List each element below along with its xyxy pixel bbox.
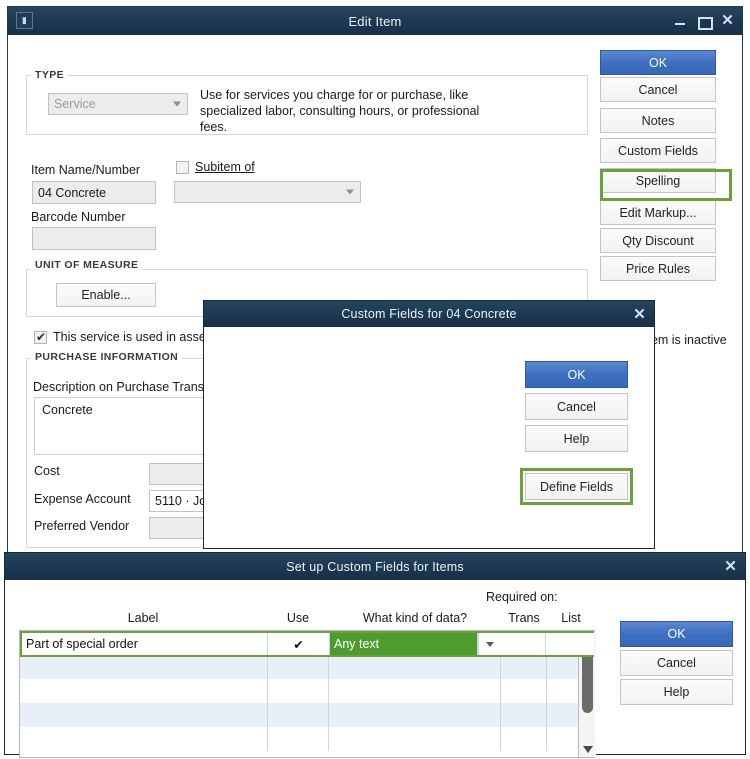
sf-ok-button[interactable]: OK	[620, 621, 733, 647]
column-header-kind-of-data: What kind of data?	[362, 611, 468, 625]
item-name-label: Item Name/Number	[31, 163, 141, 177]
inactive-checkbox-label: Item is inactive	[644, 333, 727, 347]
table-row[interactable]	[20, 703, 594, 727]
setup-fields-title: Set up Custom Fields for Items	[286, 559, 464, 574]
custom-fields-grid[interactable]: Part of special order ✔ Any text	[19, 630, 595, 758]
setup-custom-fields-dialog: Set up Custom Fields for Items ✕ Require…	[4, 552, 746, 758]
price-rules-button[interactable]: Price Rules	[600, 256, 716, 281]
cell-label	[20, 655, 268, 679]
enable-uom-button[interactable]: Enable...	[56, 283, 156, 307]
cell-trans	[501, 727, 548, 751]
cell-list[interactable]	[546, 633, 592, 655]
cell-trans	[501, 703, 548, 727]
custom-fields-highlight	[600, 169, 732, 201]
scroll-down-arrow[interactable]	[579, 742, 596, 757]
edit-item-window-controls: ✕	[674, 7, 734, 35]
custom-fields-dialog: Custom Fields for 04 Concrete ✕ OK Cance…	[203, 300, 655, 549]
type-description: Use for services you charge for or purch…	[200, 88, 480, 134]
table-row[interactable]	[20, 679, 594, 703]
custom-fields-button[interactable]: Custom Fields	[600, 138, 716, 163]
selected-table-row[interactable]: Part of special order ✔ Any text	[20, 631, 594, 657]
define-fields-highlight	[520, 468, 633, 505]
type-select-value: Service	[54, 97, 96, 111]
close-icon[interactable]: ✕	[633, 307, 646, 324]
setup-fields-window-controls: ✕	[724, 553, 737, 581]
cell-kind-of-data	[329, 655, 502, 679]
cf-cancel-button[interactable]: Cancel	[525, 393, 628, 420]
setup-fields-titlebar: Set up Custom Fields for Items ✕	[5, 553, 745, 580]
edit-item-button-column: OK Cancel Notes Custom Fields Spelling E…	[600, 50, 716, 283]
unit-of-measure-legend: UNIT OF MEASURE	[31, 259, 143, 271]
table-row[interactable]	[20, 655, 594, 679]
purchase-information-legend: PURCHASE INFORMATION	[31, 351, 183, 363]
cost-label: Cost	[34, 464, 60, 478]
setup-fields-body: Required on: Label Use What kind of data…	[5, 580, 745, 758]
column-header-label: Label	[127, 611, 159, 625]
subitem-select[interactable]	[174, 181, 361, 203]
close-icon[interactable]: ✕	[724, 559, 737, 576]
sf-help-button[interactable]: Help	[620, 679, 733, 705]
cell-label[interactable]: Part of special order	[22, 633, 268, 655]
subitem-label: Subitem of	[195, 160, 255, 174]
cell-trans[interactable]	[500, 633, 546, 655]
item-name-input[interactable]: 04 Concrete	[32, 181, 156, 204]
cell-use	[268, 679, 330, 703]
type-group-legend: TYPE	[31, 69, 69, 81]
type-select[interactable]: Service	[48, 93, 188, 115]
cell-trans	[501, 655, 548, 679]
cell-kind-of-data	[329, 703, 502, 727]
assembly-checkbox[interactable]	[34, 330, 47, 344]
column-header-trans: Trans	[508, 611, 540, 625]
window-menu-icon[interactable]: ▮	[16, 12, 33, 29]
minimize-icon[interactable]	[674, 15, 686, 27]
custom-fields-body: OK Cancel Help Define Fields	[204, 327, 654, 548]
notes-button[interactable]: Notes	[600, 108, 716, 133]
cell-kind-of-data	[329, 679, 502, 703]
cell-use	[268, 655, 330, 679]
custom-fields-title: Custom Fields for 04 Concrete	[341, 307, 517, 321]
cell-trans	[501, 679, 548, 703]
cell-label	[20, 727, 268, 751]
cell-use	[268, 727, 330, 751]
custom-fields-window-controls: ✕	[633, 301, 646, 329]
item-name-value: 04 Concrete	[38, 185, 107, 200]
cell-label	[20, 703, 268, 727]
edit-item-titlebar: ▮ Edit Item ✕	[8, 7, 742, 35]
ok-button[interactable]: OK	[600, 50, 716, 75]
screen-root: ▮ Edit Item ✕ TYPE Service Use for servi…	[0, 0, 750, 759]
edit-item-title: Edit Item	[348, 13, 402, 29]
cancel-button[interactable]: Cancel	[600, 77, 716, 102]
preferred-vendor-label: Preferred Vendor	[34, 519, 130, 533]
cell-kind-of-data[interactable]: Any text	[330, 633, 478, 655]
desc-purchase-value: Concrete	[42, 403, 93, 417]
chevron-down-icon	[485, 641, 494, 647]
sf-cancel-button[interactable]: Cancel	[620, 650, 733, 676]
column-header-list: List	[561, 611, 581, 625]
custom-fields-titlebar: Custom Fields for 04 Concrete ✕	[204, 301, 654, 327]
cf-help-button[interactable]: Help	[525, 425, 628, 452]
scrollbar-thumb[interactable]	[582, 651, 593, 713]
column-header-use: Use	[286, 611, 310, 625]
barcode-input[interactable]	[32, 227, 156, 250]
subitem-checkbox[interactable]	[176, 161, 189, 174]
chevron-down-icon	[173, 101, 181, 107]
kind-of-data-dropdown[interactable]	[478, 633, 500, 655]
qty-discount-button[interactable]: Qty Discount	[600, 228, 716, 253]
cell-kind-of-data	[329, 727, 502, 751]
cell-use-checkmark[interactable]: ✔	[268, 633, 330, 655]
cell-label	[20, 679, 268, 703]
barcode-label: Barcode Number	[31, 210, 126, 224]
close-icon[interactable]: ✕	[721, 13, 734, 30]
maximize-icon[interactable]	[697, 15, 714, 30]
cell-use	[268, 703, 330, 727]
edit-markup-button[interactable]: Edit Markup...	[600, 200, 716, 225]
required-on-label: Required on:	[486, 590, 558, 604]
table-row[interactable]	[20, 727, 594, 751]
expense-account-label: Expense Account	[34, 492, 131, 506]
chevron-down-icon	[346, 189, 354, 195]
cf-ok-button[interactable]: OK	[525, 361, 628, 388]
